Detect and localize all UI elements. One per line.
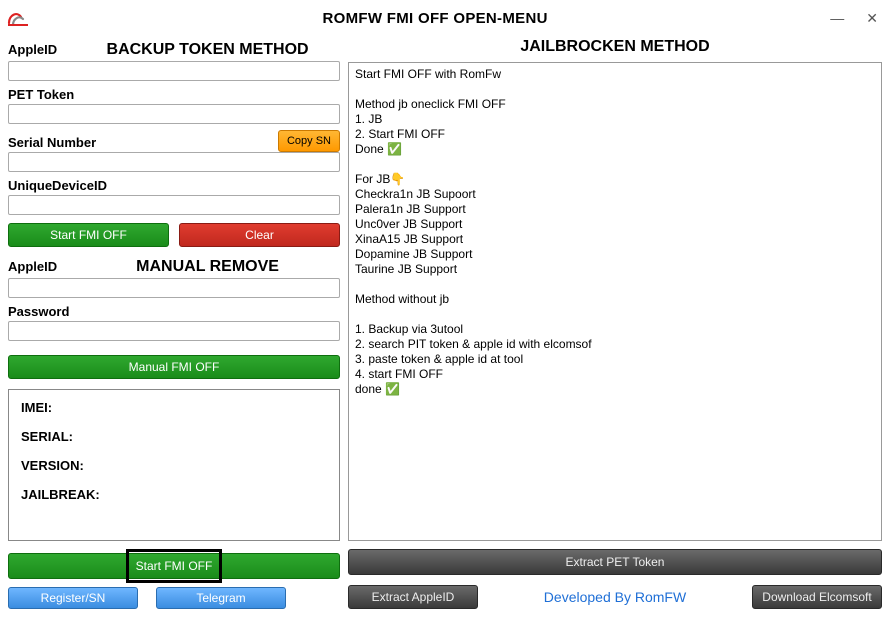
start-fmi-button[interactable]: Start FMI OFF [8, 223, 169, 247]
info-serial-label: SERIAL: [21, 429, 327, 444]
password-label: Password [8, 304, 340, 319]
manual-fmi-button[interactable]: Manual FMI OFF [8, 355, 340, 379]
udid-label: UniqueDeviceID [8, 178, 340, 193]
manual-apple-id-label: AppleID [8, 259, 57, 274]
telegram-button[interactable]: Telegram [156, 587, 286, 609]
jailbroken-title: JAILBROCKEN METHOD [348, 38, 882, 56]
right-panel: JAILBROCKEN METHOD Start FMI OFF with Ro… [348, 36, 882, 609]
apple-id-label: AppleID [8, 42, 57, 57]
window-title: ROMFW FMI OFF OPEN-MENU [40, 10, 830, 27]
password-input[interactable] [8, 321, 340, 341]
pet-token-input[interactable] [8, 104, 340, 124]
minimize-icon[interactable]: — [830, 11, 844, 25]
start-fmi-big-button[interactable]: Start FMI OFF [8, 553, 340, 579]
backup-token-title: BACKUP TOKEN METHOD [75, 41, 340, 59]
clear-button[interactable]: Clear [179, 223, 340, 247]
log-output[interactable]: Start FMI OFF with RomFw Method jb onecl… [348, 62, 882, 541]
apple-id-input[interactable] [8, 61, 340, 81]
udid-input[interactable] [8, 195, 340, 215]
close-icon[interactable]: ✕ [866, 11, 878, 25]
titlebar: ROMFW FMI OFF OPEN-MENU — ✕ [0, 0, 890, 36]
register-sn-button[interactable]: Register/SN [8, 587, 138, 609]
download-elcomsoft-button[interactable]: Download Elcomsoft [752, 585, 882, 609]
developed-by-label: Developed By RomFW [492, 589, 738, 605]
jailbreak-label: JAILBREAK: [21, 487, 327, 502]
imei-label: IMEI: [21, 400, 327, 415]
extract-pet-button[interactable]: Extract PET Token [348, 549, 882, 575]
device-info-box: IMEI: SERIAL: VERSION: JAILBREAK: [8, 389, 340, 541]
serial-label: Serial Number [8, 135, 274, 150]
manual-remove-title: MANUAL REMOVE [75, 258, 340, 276]
copy-sn-button[interactable]: Copy SN [278, 130, 340, 152]
pet-token-label: PET Token [8, 87, 340, 102]
extract-apple-button[interactable]: Extract AppleID [348, 585, 478, 609]
left-panel: AppleID BACKUP TOKEN METHOD PET Token Se… [8, 36, 340, 609]
app-logo [4, 4, 32, 32]
version-label: VERSION: [21, 458, 327, 473]
manual-apple-id-input[interactable] [8, 278, 340, 298]
serial-input[interactable] [8, 152, 340, 172]
